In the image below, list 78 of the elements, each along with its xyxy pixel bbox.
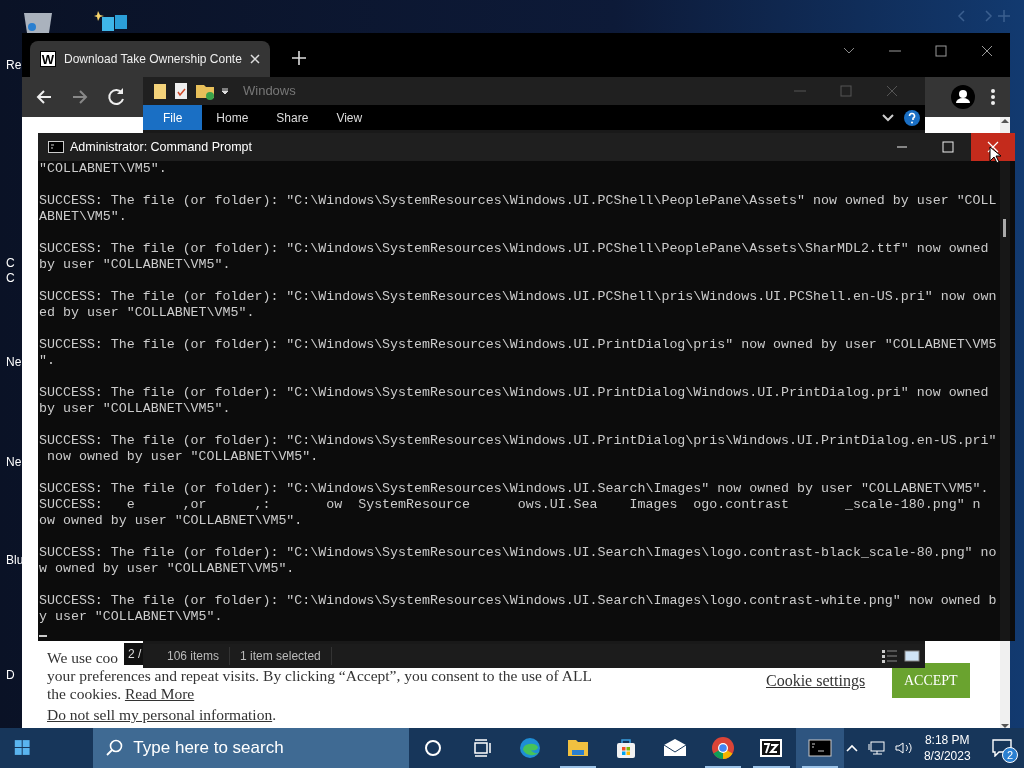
punctuation: . (272, 706, 277, 723)
chat-bubble-icon (992, 739, 1013, 757)
window-title: Windows (243, 82, 296, 101)
read-more-link[interactable]: Read More (124, 685, 195, 702)
ribbon-tab[interactable]: Home (202, 105, 263, 130)
folder-icon[interactable] (153, 82, 167, 100)
console-icon (48, 141, 64, 153)
console-line: SUCCESS: The file (or folder): "C:\Windows\SystemResources\Windows.UI.Search\Images" now owned by user "COLLABNET\VM5". (39, 481, 990, 497)
close-button[interactable] (971, 133, 1015, 161)
window-title: Administrator: Command Prompt (70, 138, 252, 156)
windows-app-icon (94, 9, 130, 33)
status-text: 106 items (157, 647, 231, 665)
desktop-icon-label[interactable]: C (6, 271, 15, 285)
desktop-icon-label[interactable]: Ne (6, 455, 22, 469)
large-icons-view-icon[interactable] (903, 648, 921, 664)
search-placeholder: Type here to search (133, 737, 284, 760)
console-line: w owned by user "COLLABNET\VM5". (39, 561, 296, 577)
console-line: now owned by user "COLLABNET\VM5". (45, 449, 320, 465)
ribbon-tab[interactable]: View (322, 105, 377, 130)
cookie-notice-line: your preferences and repeat visits. By clicking “Accept”, you consent to the use of ALL (47, 667, 592, 685)
console-line: by user "COLLABNET\VM5". (39, 257, 232, 273)
cookie-notice-line: the cookies. Read More (47, 685, 195, 703)
console-line: y user "COLLABNET\VM5". (39, 609, 224, 625)
console-line: SUCCESS: The file (or folder): "C:\Windows\SystemResources\Windows.UI.Search\Images\logo.contrast-white.png" now owned b (39, 593, 998, 609)
browser-tab[interactable]: W Download Take Ownership Conte (30, 41, 270, 77)
notification-count: 2 (1002, 747, 1018, 763)
scrollbar[interactable] (1000, 161, 1010, 641)
network-icon[interactable] (867, 740, 886, 756)
console-line: SUCCESS: The file (or folder): "C:\Windows\SystemResources\Windows.UI.PCShell\PeoplePane\Assets\SharMDL2.ttf" now owned (39, 241, 990, 257)
console-line: ". (39, 353, 56, 369)
desktop-icon-label[interactable]: Re (6, 58, 22, 72)
favicon: W (40, 51, 56, 67)
properties-icon[interactable] (173, 82, 189, 100)
scroll-down-icon (1001, 722, 1009, 730)
console-line: "COLLABNET\VM5". (39, 161, 168, 177)
archive-icon (759, 736, 784, 760)
notification-button[interactable]: 2 (980, 728, 1024, 768)
console-line: SUCCESS: The file (or folder): "C:\Windows\SystemResources\Windows.UI.PrintDialog\Windows.UI.PrintDialog.pri" now owned (39, 385, 990, 401)
clock-time[interactable]: 8:18 PM (923, 732, 971, 748)
console-line: SUCCESS: The file (or folder): "C:\Windows\SystemResources\Windows.UI.Search\Images\logo.contrast-black_scale-80.png" no (39, 545, 998, 561)
console-line: SUCCESS: The file (or folder): "C:\Windows\SystemResources\Windows.UI.PrintDialog\pris" now owned by user "COLLABNET\VM5 (39, 337, 998, 353)
help-icon[interactable] (903, 108, 921, 127)
search-icon (105, 739, 124, 757)
console-line: by user "COLLABNET\VM5". (39, 401, 232, 417)
edge-icon (517, 736, 542, 760)
status-text: 1 item selected (230, 647, 332, 665)
cookie-settings-link[interactable]: Cookie settings (766, 669, 866, 693)
ribbon-tab[interactable]: Share (262, 105, 323, 130)
ribbon-tab[interactable]: File (143, 105, 203, 130)
console-line: ABNET\VM5". (39, 209, 128, 225)
tab-title: Download Take Ownership Conte (64, 51, 242, 68)
volume-icon[interactable] (893, 740, 914, 756)
console-line: SUCCESS: e ,or ,: ow SystemResource ows.UI.Sea Images ogo.contrast _scale-180.png" n (39, 497, 982, 513)
new-tab-icon[interactable] (291, 51, 306, 65)
new-folder-icon[interactable] (195, 82, 215, 100)
console-line: SUCCESS: The file (or folder): "C:\Windows\SystemResources\Windows.UI.PCShell\PeoplePane\Assets" now owned by user "COLL (39, 193, 998, 209)
desktop-icon-label[interactable]: D (6, 668, 15, 682)
customize-icon[interactable] (221, 85, 229, 97)
search-field[interactable]: Type here to search (93, 728, 410, 768)
taskbar-button[interactable] (795, 728, 844, 768)
console-icon (807, 736, 832, 760)
scrollbar-thumb[interactable] (1003, 219, 1006, 237)
desktop-icon-label[interactable]: Ne (6, 355, 22, 369)
console-line: ed by user "COLLABNET\VM5". (39, 305, 256, 321)
desktop-icon-label[interactable]: C (6, 256, 15, 270)
page-indicator: 2 / (124, 643, 146, 665)
console-line: SUCCESS: The file (or folder): "C:\Windows\SystemResources\Windows.UI.PrintDialog\pris\Windows.UI.PrintDialog.en-US.pri" (39, 433, 998, 449)
mouse-pointer-icon (989, 146, 1001, 164)
cookie-notice-line: We use coo (47, 649, 119, 667)
details-view-icon[interactable] (881, 648, 899, 664)
text-cursor (39, 635, 47, 637)
close-icon (987, 141, 999, 153)
clock-date[interactable]: 8/3/2023 (923, 748, 971, 764)
chrome-icon (711, 736, 736, 760)
console-line: SUCCESS: The file (or folder): "C:\Windows\SystemResources\Windows.UI.PCShell\pris\Windows.UI.PCShell.en-US.pri" now own (39, 289, 998, 305)
console-line: ow owned by user "COLLABNET\VM5". (39, 513, 304, 529)
close-icon[interactable] (249, 54, 260, 64)
profile-icon[interactable] (950, 84, 976, 110)
